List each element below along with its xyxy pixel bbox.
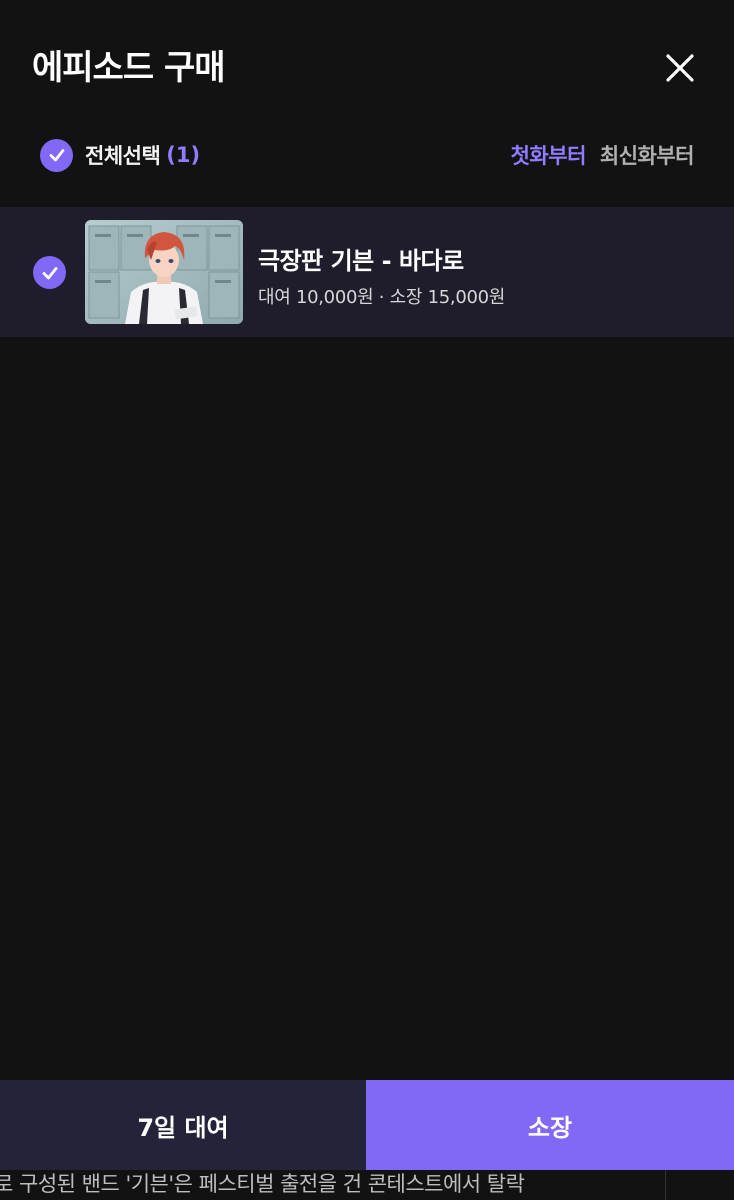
selected-count: (1)	[166, 143, 201, 167]
own-button[interactable]: 소장	[366, 1080, 734, 1170]
modal-title: 에피소드 구매	[32, 48, 226, 88]
divider	[665, 1170, 666, 1200]
episode-title: 극장판 기븐 - 바다로	[258, 247, 464, 275]
episode-thumbnail	[85, 220, 243, 324]
checkmark-icon	[33, 256, 66, 289]
background-description-text: 로 구성된 밴드 '기븐'은 페스티벌 출전을 건 콘테스트에서 탈락	[0, 1172, 525, 1196]
episode-row[interactable]: 극장판 기븐 - 바다로 대여 10,000원 · 소장 15,000원	[0, 207, 734, 337]
purchase-actions: 7일 대여 소장	[0, 1080, 734, 1170]
rent-7-days-button[interactable]: 7일 대여	[0, 1080, 366, 1170]
background-page-strip: 로 구성된 밴드 '기븐'은 페스티벌 출전을 건 콘테스트에서 탈락	[0, 1170, 734, 1200]
close-icon	[666, 54, 694, 82]
episode-purchase-modal: 에피소드 구매 전체선택 (1) 첫화부터 최신화부터 극장판 기븐 - 바다로…	[0, 0, 734, 1200]
modal-header: 에피소드 구매	[0, 0, 734, 130]
select-all-label: 전체선택	[85, 144, 161, 168]
select-all-checkbox[interactable]: 전체선택 (1)	[40, 138, 200, 172]
close-button[interactable]	[660, 48, 700, 88]
sort-first-episode[interactable]: 첫화부터	[511, 140, 587, 170]
selection-toolbar: 전체선택 (1) 첫화부터 최신화부터	[0, 130, 734, 182]
episode-checkbox[interactable]	[33, 256, 66, 289]
episode-price: 대여 10,000원 · 소장 15,000원	[258, 287, 506, 308]
sort-latest-episode[interactable]: 최신화부터	[600, 140, 695, 170]
checkmark-icon	[40, 138, 73, 172]
sort-options: 첫화부터 최신화부터	[511, 140, 695, 170]
